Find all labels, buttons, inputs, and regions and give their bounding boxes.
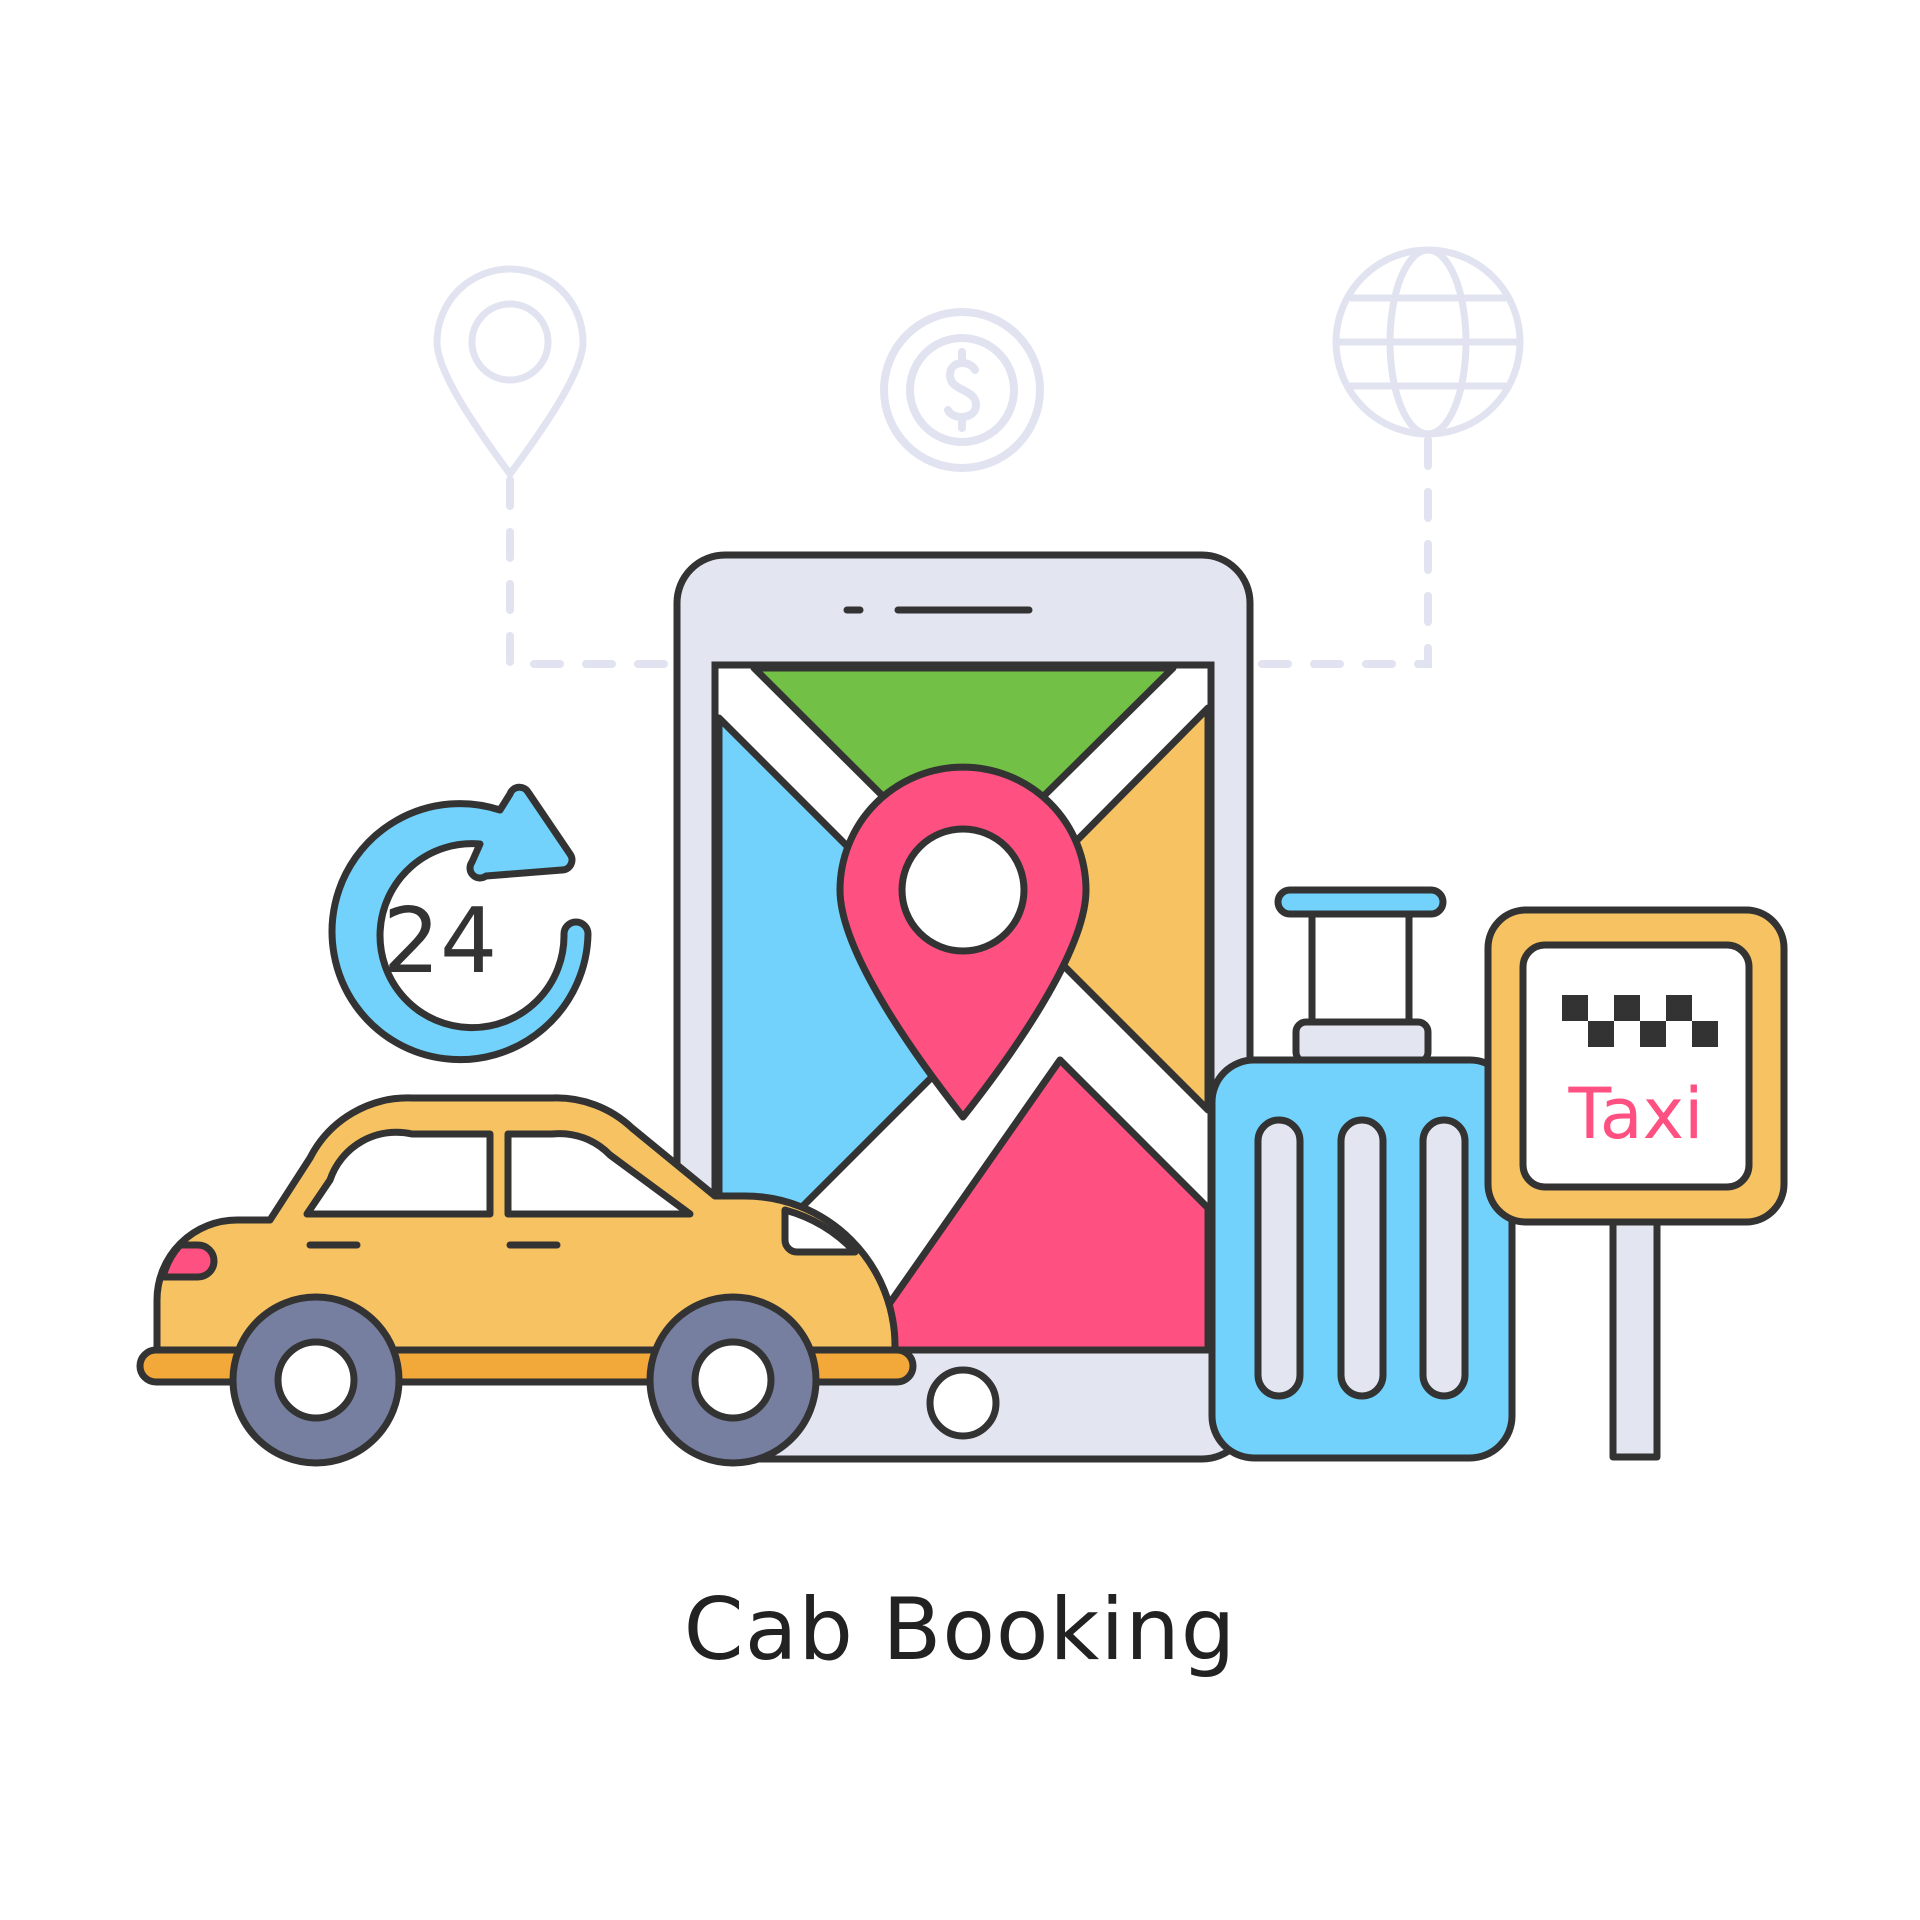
taxi-sign-text: Taxi (1568, 1073, 1704, 1155)
24-hours-text: 24 (383, 889, 498, 994)
illustration-caption: Cab Booking (683, 1580, 1237, 1680)
luggage-icon (1208, 886, 1516, 1462)
globe-icon (1332, 246, 1524, 438)
location-pin-icon (433, 265, 587, 478)
taxi-sign-icon: Taxi (1484, 906, 1788, 1461)
dollar-coin-icon (880, 308, 1044, 472)
24-hours-icon: 24 (328, 783, 592, 1064)
